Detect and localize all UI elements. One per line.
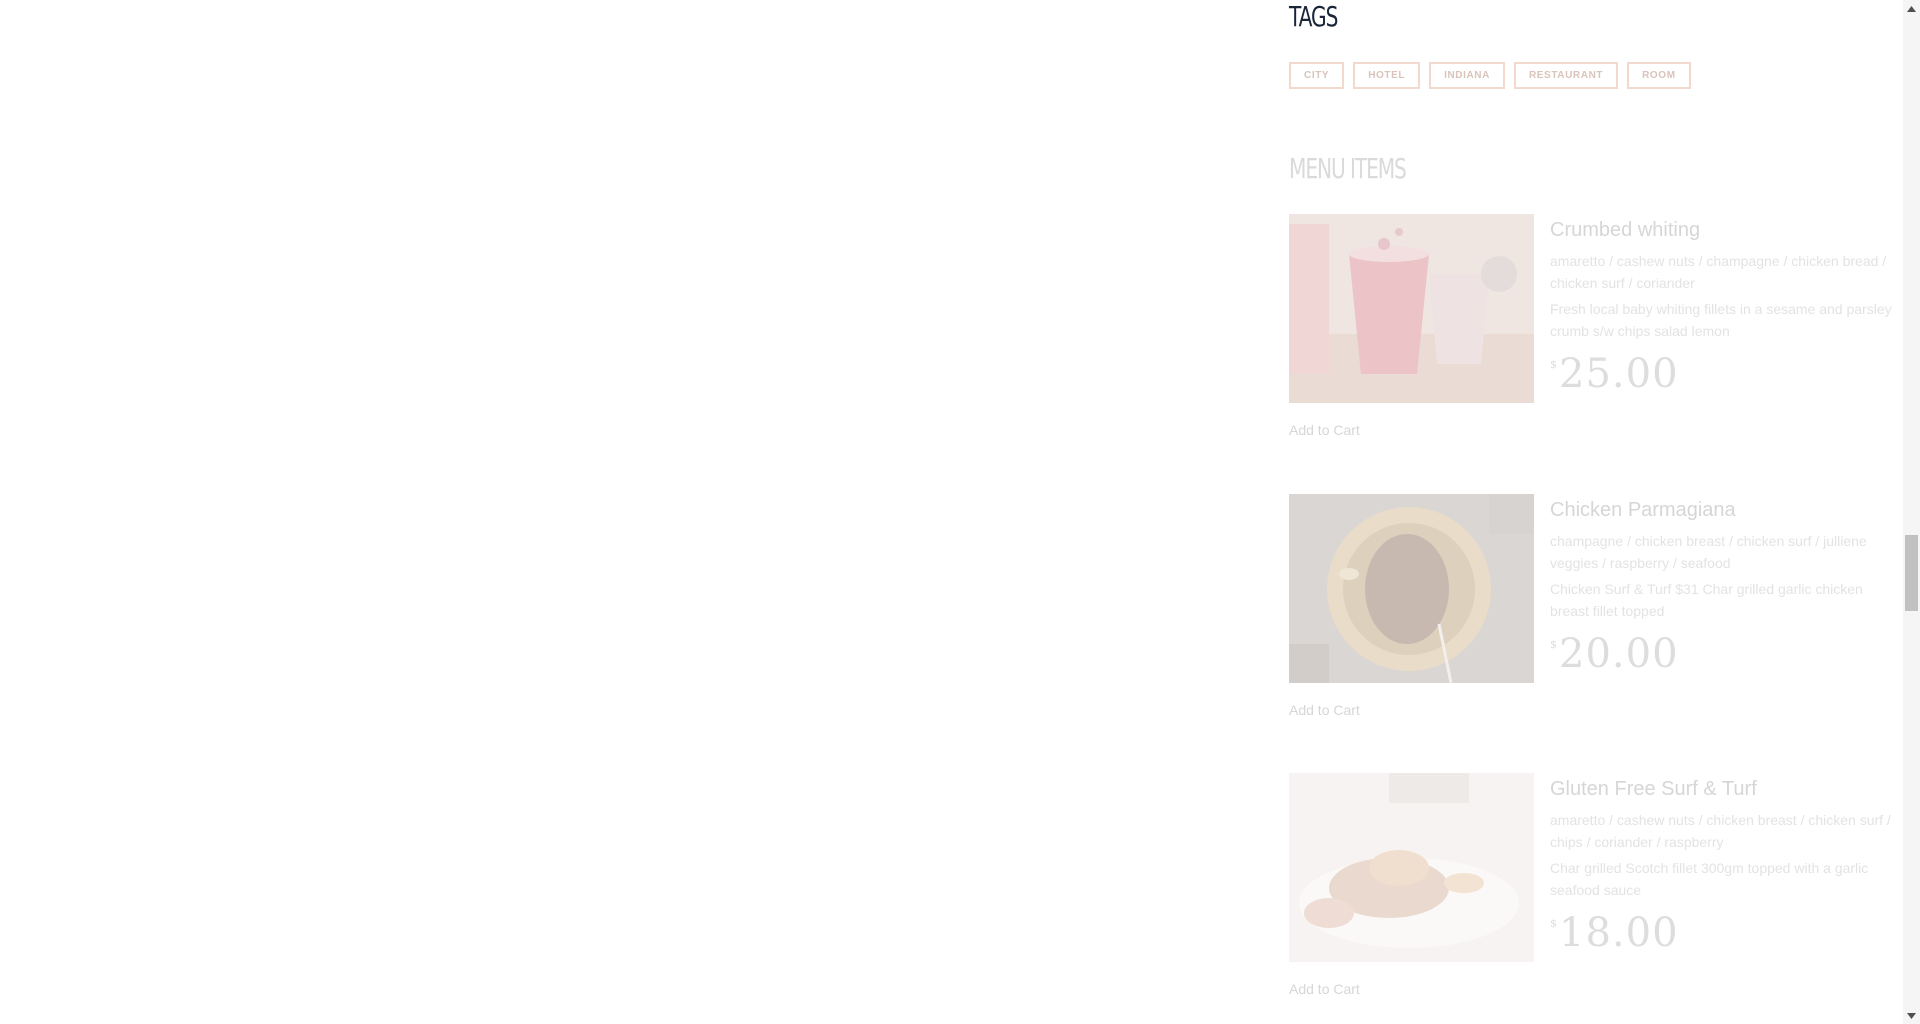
price-amount: 18.00 [1559, 910, 1679, 956]
menu-item-info: Gluten Free Surf & Turf amaretto / cashe… [1550, 773, 1900, 955]
surf-turf-photo [1289, 773, 1534, 962]
menu-item-description: Char grilled Scotch fillet 300gm topped … [1550, 860, 1869, 898]
arrow-down-icon[interactable] [1903, 1007, 1920, 1024]
menu-item-name[interactable]: Crumbed whiting [1550, 218, 1900, 242]
menu-item-price: $ 20.00 [1550, 632, 1900, 676]
menu-item-info: Crumbed whiting amaretto / cashew nuts /… [1550, 214, 1900, 396]
menu-item: Gluten Free Surf & Turf amaretto / cashe… [1289, 773, 1901, 1003]
menu-item: Crumbed whiting amaretto / cashew nuts /… [1289, 214, 1901, 444]
page-scrollbar[interactable] [1903, 0, 1920, 1024]
menu-item-image[interactable] [1289, 214, 1534, 403]
drink-photo [1289, 214, 1534, 403]
menu-item-description: Chicken Surf & Turf $31 Char grilled gar… [1550, 581, 1863, 619]
add-to-cart-link[interactable]: Add to Cart [1289, 422, 1360, 438]
menu-item-ingredients: amaretto / cashew nuts / chicken breast … [1550, 812, 1891, 850]
add-to-cart-link[interactable]: Add to Cart [1289, 981, 1360, 997]
menu-item-price: $ 18.00 [1550, 911, 1900, 955]
menu-items-title: MENU ITEMS [1289, 152, 1407, 185]
tag-list: CITY HOTEL INDIANA RESTAURANT ROOM [1289, 62, 1691, 89]
menu-item-image[interactable] [1289, 773, 1534, 962]
currency-symbol: $ [1550, 917, 1557, 930]
menu-item-price: $ 25.00 [1550, 352, 1900, 396]
menu-item-name[interactable]: Gluten Free Surf & Turf [1550, 777, 1900, 801]
tag-room[interactable]: ROOM [1627, 62, 1691, 89]
price-amount: 20.00 [1559, 631, 1679, 677]
currency-symbol: $ [1550, 638, 1557, 651]
currency-symbol: $ [1550, 358, 1557, 371]
menu-item-name[interactable]: Chicken Parmagiana [1550, 498, 1900, 522]
arrow-up-icon[interactable] [1903, 0, 1920, 17]
menu-item-ingredients: amaretto / cashew nuts / champagne / chi… [1550, 253, 1887, 291]
menu-item: Chicken Parmagiana champagne / chicken b… [1289, 494, 1901, 724]
tag-indiana[interactable]: INDIANA [1429, 62, 1505, 89]
menu-item-ingredients: champagne / chicken breast / chicken sur… [1550, 533, 1867, 571]
tag-city[interactable]: CITY [1289, 62, 1345, 89]
menu-item-info: Chicken Parmagiana champagne / chicken b… [1550, 494, 1900, 676]
tags-title: TAGS [1289, 0, 1338, 33]
menu-item-image[interactable] [1289, 494, 1534, 683]
menu-item-description: Fresh local baby whiting fillets in a se… [1550, 301, 1892, 339]
scrollbar-thumb[interactable] [1905, 535, 1918, 611]
tag-restaurant[interactable]: RESTAURANT [1513, 62, 1619, 89]
steak-plate-photo [1289, 494, 1534, 683]
add-to-cart-link[interactable]: Add to Cart [1289, 702, 1360, 718]
price-amount: 25.00 [1559, 351, 1679, 397]
tag-hotel[interactable]: HOTEL [1353, 62, 1421, 89]
